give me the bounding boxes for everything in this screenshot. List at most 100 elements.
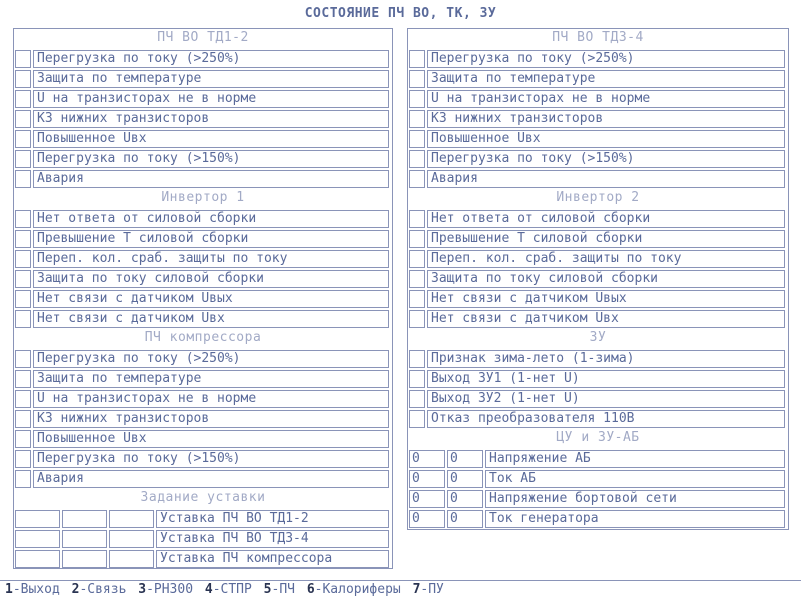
status-label: Выход ЗУ1 (1-нет U) [427,370,785,388]
fkey-exit[interactable]: 1-Выход [5,582,64,597]
status-indicator [15,390,31,408]
status-indicator [409,210,425,228]
status-indicator [15,350,31,368]
status-row: Превышение T силовой сборки [409,229,787,249]
status-label: Повышенное Uвх [33,430,389,448]
fkey-label: -ПУ [420,582,444,597]
measurement-row: 0 0 Напряжение АБ [409,449,787,469]
status-row: КЗ нижних транзисторов [15,109,391,129]
status-row: Нет ответа от силовой сборки [409,209,787,229]
list-inverter-2: Нет ответа от силовой сборки Превышение … [409,209,787,329]
fkey-stpr[interactable]: 4-СТПР [205,582,256,597]
status-row: Защита по температуре [409,69,787,89]
fkey-rn300[interactable]: 3-РН300 [138,582,197,597]
setpoint-label: Уставка ПЧ ВО ТД3-4 [156,530,389,548]
status-label: Авария [427,170,785,188]
setpoint-row: Уставка ПЧ ВО ТД1-2 [15,509,391,529]
status-indicator [15,310,31,328]
fkey-label: -СТПР [212,582,252,597]
status-indicator [15,70,31,88]
status-label: КЗ нижних транзисторов [33,410,389,428]
status-indicator [15,130,31,148]
status-indicator [15,470,31,488]
status-label: КЗ нижних транзисторов [33,110,389,128]
fkey-pu[interactable]: 7-ПУ [413,582,448,597]
status-row: Авария [15,469,391,489]
measurement-value: 0 [409,470,445,488]
list-setpoint: Уставка ПЧ ВО ТД1-2 Уставка ПЧ ВО ТД3-4 … [15,509,391,569]
fkey-heaters[interactable]: 6-Калориферы [307,582,405,597]
status-indicator [15,290,31,308]
status-label: Выход ЗУ2 (1-нет U) [427,390,785,408]
status-row: Переп. кол. сраб. защиты по току [409,249,787,269]
status-indicator [409,310,425,328]
status-label: Нет связи с датчиком Uвх [427,310,785,328]
status-indicator [409,270,425,288]
status-indicator [15,90,31,108]
setpoint-value-field[interactable] [15,550,60,568]
status-indicator [409,50,425,68]
fkey-label: -Выход [12,582,60,597]
status-indicator [409,410,425,428]
list-pch-vo-td34: Перегрузка по току (>250%) Защита по тем… [409,49,787,189]
status-indicator [15,410,31,428]
fkey-pch[interactable]: 5-ПЧ [264,582,299,597]
status-row: Нет ответа от силовой сборки [15,209,391,229]
status-row: Перегрузка по току (>150%) [15,449,391,469]
fkey-number: 6 [306,582,315,597]
left-panel: ПЧ ВО ТД1-2 Перегрузка по току (>250%) З… [13,28,393,569]
status-row: Превышение T силовой сборки [15,229,391,249]
list-inverter-1: Нет ответа от силовой сборки Превышение … [15,209,391,329]
status-indicator [409,90,425,108]
status-indicator [409,170,425,188]
status-label: КЗ нижних транзисторов [427,110,785,128]
status-row: Повышенное Uвх [409,129,787,149]
status-label: Переп. кол. сраб. защиты по току [427,250,785,268]
status-label: Переп. кол. сраб. защиты по току [33,250,389,268]
status-row: Переп. кол. сраб. защиты по току [15,249,391,269]
status-row: Повышенное Uвх [15,129,391,149]
status-row: Перегрузка по току (>150%) [15,149,391,169]
status-indicator [409,390,425,408]
status-row: Перегрузка по току (>150%) [409,149,787,169]
status-label: Нет ответа от силовой сборки [33,210,389,228]
status-row: Авария [15,169,391,189]
status-label: Нет связи с датчиком Uвх [33,310,389,328]
setpoint-value-field[interactable] [109,510,154,528]
measurement-row: 0 0 Напряжение бортовой сети [409,489,787,509]
fkey-label: -Связь [79,582,127,597]
setpoint-value-field[interactable] [62,510,107,528]
setpoint-row: Уставка ПЧ ВО ТД3-4 [15,529,391,549]
status-indicator [15,210,31,228]
setpoint-value-field[interactable] [15,510,60,528]
status-label: Перегрузка по току (>150%) [33,450,389,468]
status-row: Перегрузка по току (>250%) [15,49,391,69]
status-label: Превышение T силовой сборки [427,230,785,248]
measurement-value: 0 [447,450,483,468]
fkey-label: -ПЧ [271,582,295,597]
setpoint-value-field[interactable] [109,530,154,548]
setpoint-value-field[interactable] [62,550,107,568]
list-zu: Признак зима-лето (1-зима) Выход ЗУ1 (1-… [409,349,787,429]
function-key-bar: 1-Выход 2-Связь 3-РН300 4-СТПР 5-ПЧ 6-Ка… [0,580,801,599]
measurement-value: 0 [409,490,445,508]
fkey-connection[interactable]: 2-Связь [72,582,131,597]
status-indicator [15,270,31,288]
status-label: U на транзисторах не в норме [33,390,389,408]
setpoint-value-field[interactable] [15,530,60,548]
status-label: Защита по температуре [33,370,389,388]
status-label: Нет ответа от силовой сборки [427,210,785,228]
status-row: Перегрузка по току (>250%) [15,349,391,369]
setpoint-value-field[interactable] [109,550,154,568]
measurement-value: 0 [447,510,483,528]
setpoint-value-field[interactable] [62,530,107,548]
status-label: Авария [33,470,389,488]
status-indicator [409,130,425,148]
list-pch-compressor: Перегрузка по току (>250%) Защита по тем… [15,349,391,489]
status-row: Защита по току силовой сборки [409,269,787,289]
status-label: Превышение T силовой сборки [33,230,389,248]
section-header-cu-zu-ab: ЦУ и ЗУ-АБ [556,430,640,445]
status-row: Авария [409,169,787,189]
status-label: Признак зима-лето (1-зима) [427,350,785,368]
measurement-row: 0 0 Ток АБ [409,469,787,489]
